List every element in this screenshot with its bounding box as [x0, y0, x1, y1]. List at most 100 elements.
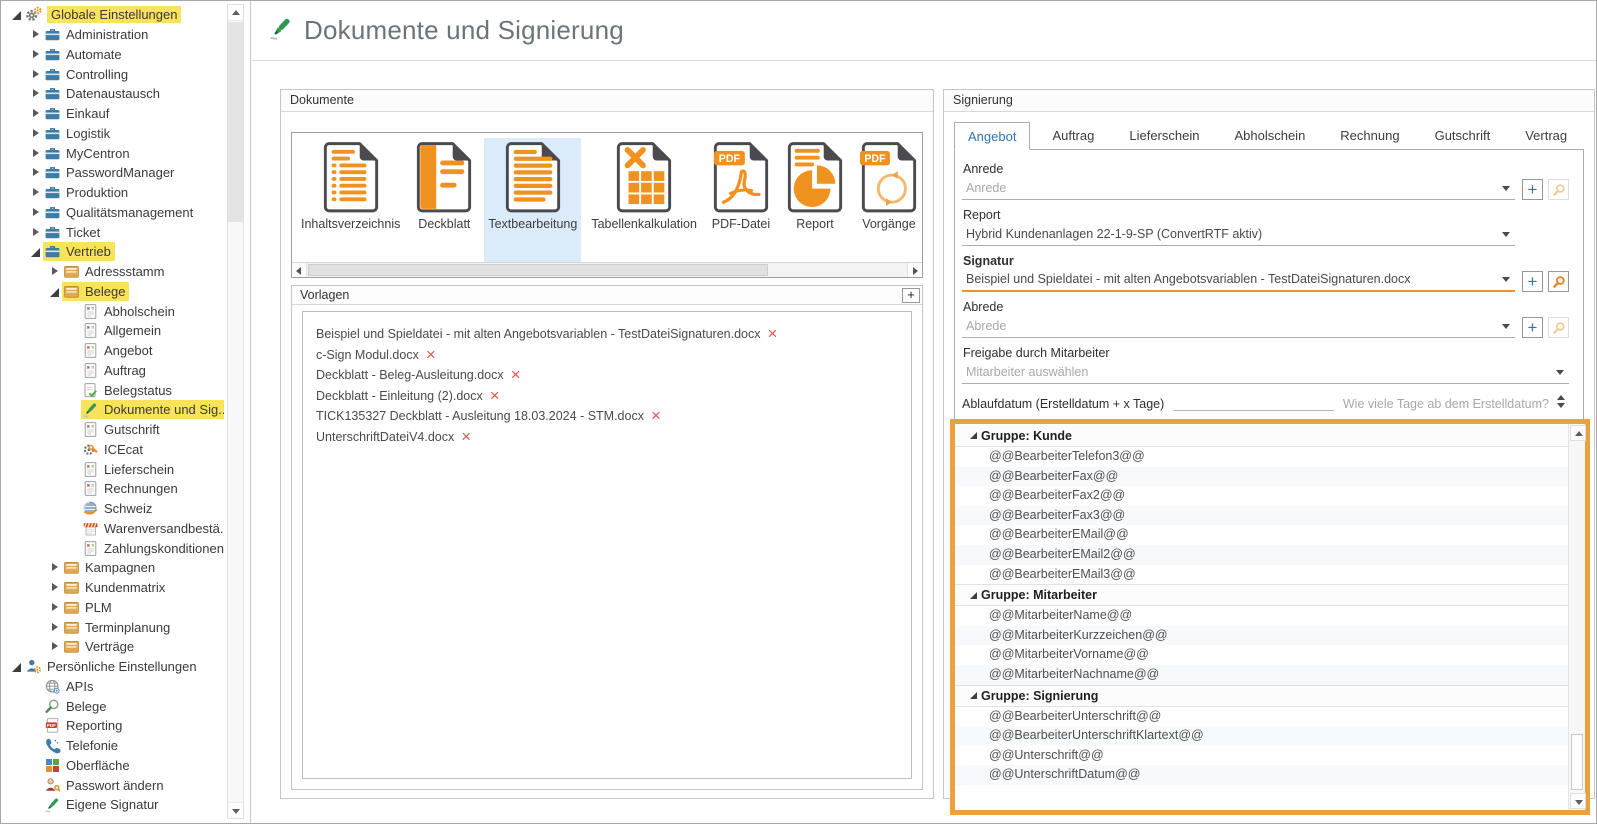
delete-file-icon[interactable]: × — [461, 430, 471, 444]
chevron-down-icon[interactable] — [1502, 277, 1510, 282]
report-select[interactable]: Hybrid Kundenanlagen 22-1-9-SP (ConvertR… — [962, 225, 1515, 246]
tree-item-automate[interactable]: Automate — [1, 45, 224, 65]
tree-item-gutschrift[interactable]: Gutschrift — [1, 420, 224, 440]
tree-item-belege[interactable]: Belege — [1, 696, 224, 716]
tab-vertrag[interactable]: Vertrag — [1512, 122, 1580, 150]
expander-collapsed-icon[interactable] — [28, 165, 43, 180]
variable-item[interactable]: @@MitarbeiterVorname@@ — [955, 645, 1568, 665]
template-file-row[interactable]: Deckblatt - Beleg-Ausleitung.docx× — [316, 365, 911, 386]
tree-item-adressstamm[interactable]: Adressstamm — [1, 262, 224, 282]
tree-item-administration[interactable]: Administration — [1, 25, 224, 45]
variable-item[interactable]: @@BearbeiterUnterschrift@@ — [955, 707, 1568, 727]
tree-item-kundenmatrix[interactable]: Kundenmatrix — [1, 578, 224, 598]
tree-item-telefonie[interactable]: Telefonie — [1, 736, 224, 756]
variable-item[interactable]: @@MitarbeiterName@@ — [955, 606, 1568, 626]
expander-expanded-icon[interactable] — [9, 659, 24, 674]
expander-expanded-icon[interactable] — [28, 244, 43, 259]
tree-item-terminplanung[interactable]: Terminplanung — [1, 617, 224, 637]
scrollbar-thumb[interactable] — [1571, 734, 1583, 790]
variable-item[interactable]: @@BearbeiterUnterschriftKlartext@@ — [955, 726, 1568, 746]
signatur-add-button[interactable]: + — [1522, 271, 1543, 292]
tree-item-globale-einstellungen[interactable]: Globale Einstellungen — [1, 5, 224, 25]
expander-collapsed-icon[interactable] — [47, 264, 62, 279]
tree-item-vertr-ge[interactable]: Verträge — [1, 637, 224, 657]
doc-type-pdf-datei[interactable]: PDFPDF-Datei — [707, 138, 775, 263]
scroll-down-icon[interactable] — [228, 802, 243, 818]
tree-item-warenversandbest[interactable]: Warenversandbestä... — [1, 519, 224, 539]
tab-angebot[interactable]: Angebot — [954, 122, 1030, 150]
tree-item-einkauf[interactable]: Einkauf — [1, 104, 224, 124]
expander-collapsed-icon[interactable] — [28, 67, 43, 82]
doc-type-report[interactable]: Report — [781, 138, 849, 263]
tree-item-plm[interactable]: PLM — [1, 598, 224, 618]
scrollbar-thumb[interactable] — [308, 264, 768, 276]
tree-item-rechnungen[interactable]: Rechnungen — [1, 479, 224, 499]
variable-item[interactable]: @@BearbeiterFax2@@ — [955, 486, 1568, 506]
expander-collapsed-icon[interactable] — [28, 47, 43, 62]
delete-file-icon[interactable]: × — [651, 409, 661, 423]
tree-item-dokumente-und-sig[interactable]: Dokumente und Sig... — [1, 400, 224, 420]
tree-item-auftrag[interactable]: Auftrag — [1, 361, 224, 381]
chevron-down-icon[interactable] — [1502, 324, 1510, 329]
doc-type-deckblatt[interactable]: Deckblatt — [410, 138, 478, 263]
tree-item-oberfl-che[interactable]: Oberfläche — [1, 756, 224, 776]
tree-item-schweiz[interactable]: Schweiz — [1, 499, 224, 519]
variable-item[interactable]: @@MitarbeiterKurzzeichen@@ — [955, 626, 1568, 646]
template-file-row[interactable]: UnterschriftDateiV4.docx× — [316, 427, 911, 448]
tree-item-passwort-ndern[interactable]: Passwort ändern — [1, 775, 224, 795]
stepper-down-icon[interactable] — [1557, 403, 1565, 408]
template-file-row[interactable]: c-Sign Modul.docx× — [316, 345, 911, 366]
expander-collapsed-icon[interactable] — [28, 205, 43, 220]
template-file-row[interactable]: Beispiel und Spieldatei - mit alten Ange… — [316, 324, 911, 345]
delete-file-icon[interactable]: × — [490, 389, 500, 403]
expander-expanded-icon[interactable] — [968, 689, 981, 702]
expander-expanded-icon[interactable] — [47, 284, 62, 299]
variable-group-gruppe-kunde[interactable]: Gruppe: Kunde — [955, 425, 1568, 447]
tree-item-produktion[interactable]: Produktion — [1, 183, 224, 203]
variable-item[interactable]: @@MitarbeiterNachname@@ — [955, 665, 1568, 685]
tree-item-angebot[interactable]: Angebot — [1, 341, 224, 361]
scroll-right-icon[interactable] — [907, 263, 922, 277]
tree-item-belegstatus[interactable]: Belegstatus — [1, 380, 224, 400]
tab-lieferschein[interactable]: Lieferschein — [1116, 122, 1212, 150]
tree-item-logistik[interactable]: Logistik — [1, 124, 224, 144]
expander-collapsed-icon[interactable] — [47, 600, 62, 615]
expander-collapsed-icon[interactable] — [28, 225, 43, 240]
ablaufdatum-input[interactable] — [1173, 396, 1334, 411]
template-file-row[interactable]: Deckblatt - Einleitung (2).docx× — [316, 386, 911, 407]
tree-item-mycentron[interactable]: MyCentron — [1, 143, 224, 163]
abrede-select[interactable]: Abrede — [962, 317, 1515, 338]
tree-item-eigene-signatur[interactable]: Eigene Signatur — [1, 795, 224, 815]
variable-item[interactable]: @@BearbeiterFax@@ — [955, 467, 1568, 487]
tree-item-apis[interactable]: APIs — [1, 677, 224, 697]
tab-gutschrift[interactable]: Gutschrift — [1422, 122, 1504, 150]
doc-type-inhaltsverzeichnis[interactable]: Inhaltsverzeichnis — [297, 138, 404, 263]
delete-file-icon[interactable]: × — [426, 348, 436, 362]
expander-expanded-icon[interactable] — [968, 429, 981, 442]
expander-collapsed-icon[interactable] — [47, 580, 62, 595]
document-strip-scrollbar[interactable] — [292, 262, 922, 277]
variables-scrollbar[interactable] — [1568, 424, 1585, 810]
scroll-left-icon[interactable] — [292, 263, 307, 277]
expander-expanded-icon[interactable] — [968, 589, 981, 602]
doc-type-tabellenkalkulation[interactable]: Tabellenkalkulation — [587, 138, 701, 263]
signatur-search-button[interactable] — [1548, 271, 1569, 292]
tree-item-zahlungskonditionen[interactable]: Zahlungskonditionen — [1, 538, 224, 558]
expander-collapsed-icon[interactable] — [28, 126, 43, 141]
sidebar-scrollbar[interactable] — [227, 4, 244, 819]
tree-item-passwordmanager[interactable]: PasswordManager — [1, 163, 224, 183]
anrede-add-button[interactable]: + — [1522, 179, 1543, 200]
add-template-button[interactable]: + — [902, 288, 920, 303]
variable-item[interactable]: @@BearbeiterEMail3@@ — [955, 565, 1568, 585]
expander-expanded-icon[interactable] — [9, 7, 24, 22]
abrede-add-button[interactable]: + — [1522, 317, 1543, 338]
tab-rechnung[interactable]: Rechnung — [1327, 122, 1412, 150]
expander-collapsed-icon[interactable] — [28, 146, 43, 161]
stepper-up-icon[interactable] — [1557, 395, 1565, 400]
freigabe-select[interactable]: Mitarbeiter auswählen — [962, 363, 1569, 384]
scrollbar-thumb[interactable] — [228, 22, 243, 222]
tree-item-abholschein[interactable]: Abholschein — [1, 301, 224, 321]
chevron-down-icon[interactable] — [1556, 370, 1564, 375]
variable-item[interactable]: @@UnterschriftDatum@@ — [955, 765, 1568, 785]
variable-group-gruppe-signierung[interactable]: Gruppe: Signierung — [955, 685, 1568, 707]
